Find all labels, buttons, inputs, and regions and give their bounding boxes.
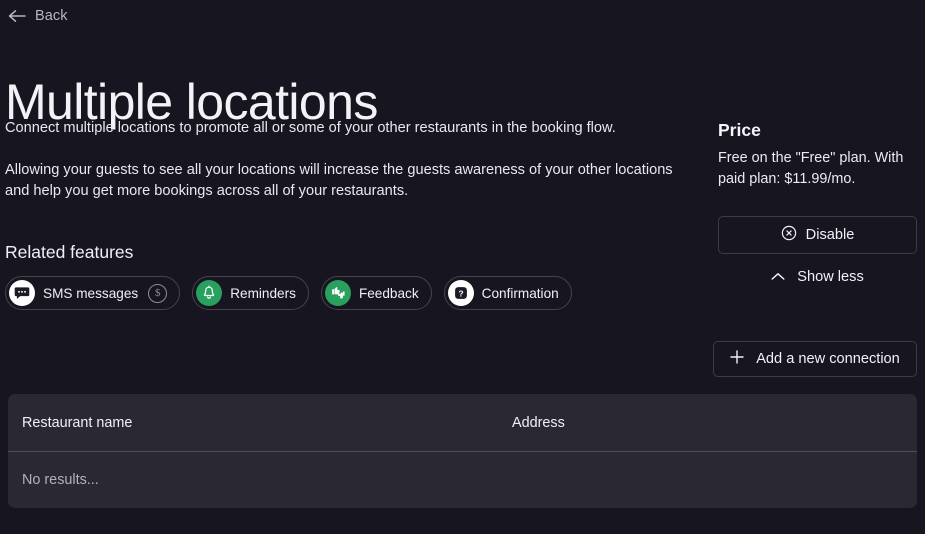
price-text: Free on the "Free" plan. With paid plan:… (718, 150, 904, 187)
plus-icon (730, 350, 744, 368)
feature-pill-sms-messages[interactable]: SMS messages $ (5, 276, 181, 310)
related-features-list: SMS messages $ Reminders Feedback ? Conf… (5, 276, 572, 310)
table-body: No results... (8, 452, 917, 508)
disable-button[interactable]: Disable (718, 216, 917, 254)
feature-pill-label: Reminders (230, 285, 296, 301)
show-less-label: Show less (797, 269, 864, 285)
bell-icon (196, 280, 223, 306)
feature-detail-page: Back Multiple locations Connect multiple… (0, 0, 925, 534)
back-link[interactable]: Back (8, 8, 68, 24)
question-mark-icon: ? (447, 280, 474, 306)
add-new-connection-label: Add a new connection (756, 351, 900, 367)
table-header-row: Restaurant name Address (8, 394, 917, 452)
related-features-heading: Related features (5, 242, 134, 262)
description-block: Connect multiple locations to promote al… (5, 118, 691, 202)
arrow-left-icon (8, 9, 26, 23)
dollar-circle-icon: $ (148, 283, 168, 303)
feature-pill-reminders[interactable]: Reminders (192, 276, 309, 310)
back-label: Back (35, 8, 68, 24)
feature-pill-label: Confirmation (481, 285, 559, 301)
chevron-up-icon (771, 268, 785, 286)
disable-label: Disable (805, 227, 855, 243)
column-header-restaurant-name: Restaurant name (22, 414, 133, 431)
feature-pill-label: Feedback (358, 285, 419, 301)
description-paragraph-2: Allowing your guests to see all your loc… (5, 162, 673, 199)
column-header-address: Address (512, 414, 565, 431)
feature-pill-label: SMS messages (43, 285, 139, 301)
feature-pill-confirmation[interactable]: ? Confirmation (443, 276, 572, 310)
feature-pill-feedback[interactable]: Feedback (320, 276, 432, 310)
price-heading: Price (718, 120, 761, 140)
empty-state-message: No results... (22, 472, 99, 488)
locations-table: Restaurant name Address No results... (8, 394, 917, 508)
description-paragraph-1: Connect multiple locations to promote al… (5, 120, 616, 136)
show-less-toggle[interactable]: Show less (718, 268, 917, 286)
sms-message-icon (9, 280, 35, 306)
add-new-connection-button[interactable]: Add a new connection (713, 341, 917, 377)
price-block: Price Free on the "Free" plan. With paid… (718, 120, 918, 190)
svg-text:?: ? (458, 289, 463, 299)
circle-x-icon (781, 225, 797, 245)
thumbs-icon (324, 280, 351, 306)
